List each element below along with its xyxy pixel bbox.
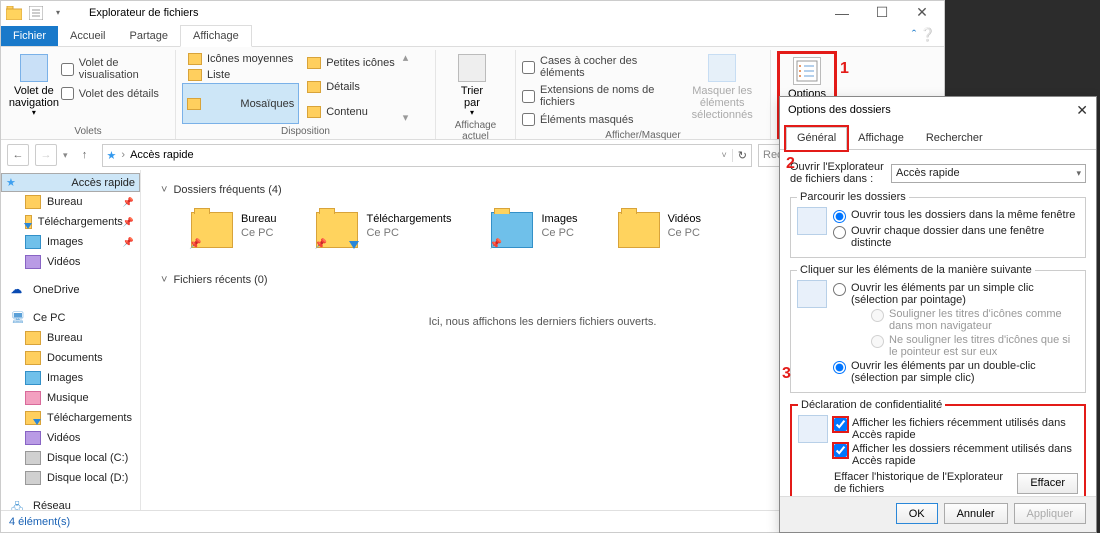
click-fieldset: Cliquer sur les éléments de la manière s… (790, 264, 1086, 393)
layout-medium[interactable]: Icônes moyennes (182, 51, 299, 67)
sidebar-quick-access[interactable]: ★Accès rapide (1, 173, 140, 192)
address-bar[interactable]: ★ › Accès rapide ˅ ↻ (102, 144, 752, 167)
privacy-legend: Déclaration de confidentialité (798, 399, 945, 411)
sort-button[interactable]: Trier par▾ (442, 51, 502, 118)
nav-sidebar: ★Accès rapide Bureau📌 Téléchargements📌 I… (1, 170, 141, 510)
underline-hover: Ne souligner les titres d'icônes que si … (871, 334, 1079, 358)
tab-home[interactable]: Accueil (58, 26, 117, 46)
sidebar-videos2[interactable]: Vidéos (1, 428, 140, 448)
item-checkboxes[interactable]: Cases à cocher des éléments (522, 55, 680, 79)
show-recent-folders[interactable]: Afficher les dossiers récemment utilisés… (834, 443, 1078, 467)
dialog-tabs: Général Affichage Rechercher (780, 123, 1096, 150)
dialog-tab-general[interactable]: Général (786, 127, 847, 150)
browse-fieldset: Parcourir les dossiers Ouvrir tous les d… (790, 191, 1086, 258)
sidebar-diskd[interactable]: Disque local (D:) (1, 468, 140, 488)
single-click[interactable]: Ouvrir les éléments par un simple clic (… (833, 282, 1079, 306)
privacy-fieldset: Déclaration de confidentialité Afficher … (790, 399, 1086, 496)
up-button[interactable]: ↑ (74, 144, 96, 166)
dialog-close-button[interactable]: ✕ (1076, 102, 1088, 119)
tab-view[interactable]: Affichage (180, 25, 252, 47)
clear-history-label: Effacer l'historique de l'Explorateur de… (834, 471, 1011, 495)
folder-options-dialog: Options des dossiers ✕ Général Affichage… (779, 96, 1097, 533)
sidebar-music[interactable]: Musique (1, 388, 140, 408)
sidebar-network[interactable]: 🖧Réseau (1, 496, 140, 510)
underline-browser: Souligner les titres d'icônes comme dans… (871, 308, 1079, 332)
group-label: Afficher/Masquer (522, 128, 764, 143)
forward-button[interactable]: → (35, 144, 57, 166)
dialog-title: Options des dossiers (788, 104, 891, 116)
ribbon-tabs: Fichier Accueil Partage Affichage (1, 24, 944, 47)
group-label: Disposition (182, 124, 429, 139)
details-pane-check[interactable]: Volet des détails (61, 87, 169, 100)
browse-new-window[interactable]: Ouvrir chaque dossier dans une fenêtre d… (833, 225, 1079, 249)
sidebar-downloads[interactable]: Téléchargements📌 (1, 212, 140, 232)
dialog-titlebar: Options des dossiers ✕ (780, 97, 1096, 123)
annotation-3: 3 (782, 365, 791, 383)
back-button[interactable]: ← (7, 144, 29, 166)
breadcrumb[interactable]: Accès rapide (130, 149, 194, 161)
folder-videos[interactable]: VidéosCe PC (618, 212, 701, 248)
double-click[interactable]: Ouvrir les éléments par un double-clic (… (833, 360, 1079, 384)
group-label: Volets (7, 124, 169, 139)
sidebar-documents[interactable]: Documents (1, 348, 140, 368)
layout-content[interactable]: Contenu (301, 104, 400, 120)
annotation-1: 1 (840, 60, 849, 78)
cancel-button[interactable]: Annuler (944, 503, 1008, 524)
hidden-items[interactable]: Éléments masqués (522, 113, 680, 126)
open-in-label: Ouvrir l'Explorateur de fichiers dans : (790, 161, 885, 185)
tab-share[interactable]: Partage (117, 26, 180, 46)
layout-details[interactable]: Détails (301, 79, 400, 95)
nav-pane-button[interactable]: Volet de navigation▾ (7, 51, 61, 124)
dialog-tab-view[interactable]: Affichage (847, 127, 915, 149)
window-title: Explorateur de fichiers (89, 7, 198, 19)
properties-icon[interactable] (28, 5, 44, 21)
click-icon (797, 280, 827, 308)
apply-button[interactable]: Appliquer (1014, 503, 1086, 524)
click-legend: Cliquer sur les éléments de la manière s… (797, 264, 1035, 276)
clear-button[interactable]: Effacer (1017, 473, 1078, 494)
show-recent-files[interactable]: Afficher les fichiers récemment utilisés… (834, 417, 1078, 441)
sidebar-videos[interactable]: Vidéos (1, 252, 140, 272)
ok-button[interactable]: OK (896, 503, 938, 524)
hide-selected-button: Masquer les éléments sélectionnés (680, 51, 764, 128)
minimize-button[interactable]: — (822, 1, 862, 24)
maximize-button[interactable]: ☐ (862, 1, 902, 24)
ribbon-collapse-icon[interactable]: ˆ ❔ (912, 27, 936, 43)
open-in-select[interactable]: Accès rapide▾ (891, 164, 1086, 183)
sidebar-downloads2[interactable]: Téléchargements (1, 408, 140, 428)
sidebar-diskc[interactable]: Disque local (C:) (1, 448, 140, 468)
star-icon: ★ (107, 149, 117, 162)
titlebar: ▾ Explorateur de fichiers — ☐ ✕ (1, 1, 944, 24)
tab-file[interactable]: Fichier (1, 26, 58, 46)
folder-desktop[interactable]: 📌BureauCe PC (191, 212, 276, 248)
refresh-icon[interactable]: ↻ (732, 149, 747, 162)
browse-icon (797, 207, 827, 235)
folder-images[interactable]: 📌ImagesCe PC (491, 212, 577, 248)
group-label: Affichage actuel (442, 118, 509, 144)
privacy-icon (798, 415, 828, 443)
sidebar-desktop2[interactable]: Bureau (1, 328, 140, 348)
sidebar-images2[interactable]: Images (1, 368, 140, 388)
qat-dropdown-icon[interactable]: ▾ (50, 5, 66, 21)
preview-pane-check[interactable]: Volet de visualisation (61, 57, 169, 81)
annotation-2: 2 (786, 155, 795, 173)
folder-icon (6, 5, 22, 21)
folder-downloads[interactable]: 📌TéléchargementsCe PC (316, 212, 451, 248)
sidebar-desktop[interactable]: Bureau📌 (1, 192, 140, 212)
browse-legend: Parcourir les dossiers (797, 191, 909, 203)
close-button[interactable]: ✕ (902, 1, 942, 24)
browse-same-window[interactable]: Ouvrir tous les dossiers dans la même fe… (833, 209, 1079, 223)
layout-small[interactable]: Petites icônes (301, 55, 400, 71)
sidebar-onedrive[interactable]: ☁OneDrive (1, 280, 140, 300)
sidebar-images[interactable]: Images📌 (1, 232, 140, 252)
file-extensions[interactable]: Extensions de noms de fichiers (522, 84, 680, 108)
recent-locations-icon[interactable]: ▾ (63, 150, 68, 161)
layout-tiles[interactable]: Mosaïques (182, 83, 299, 124)
layout-list[interactable]: Liste (182, 67, 299, 83)
dialog-footer: OK Annuler Appliquer (780, 496, 1096, 532)
dialog-tab-search[interactable]: Rechercher (915, 127, 994, 149)
sidebar-thispc[interactable]: 🖥Ce PC (1, 308, 140, 328)
